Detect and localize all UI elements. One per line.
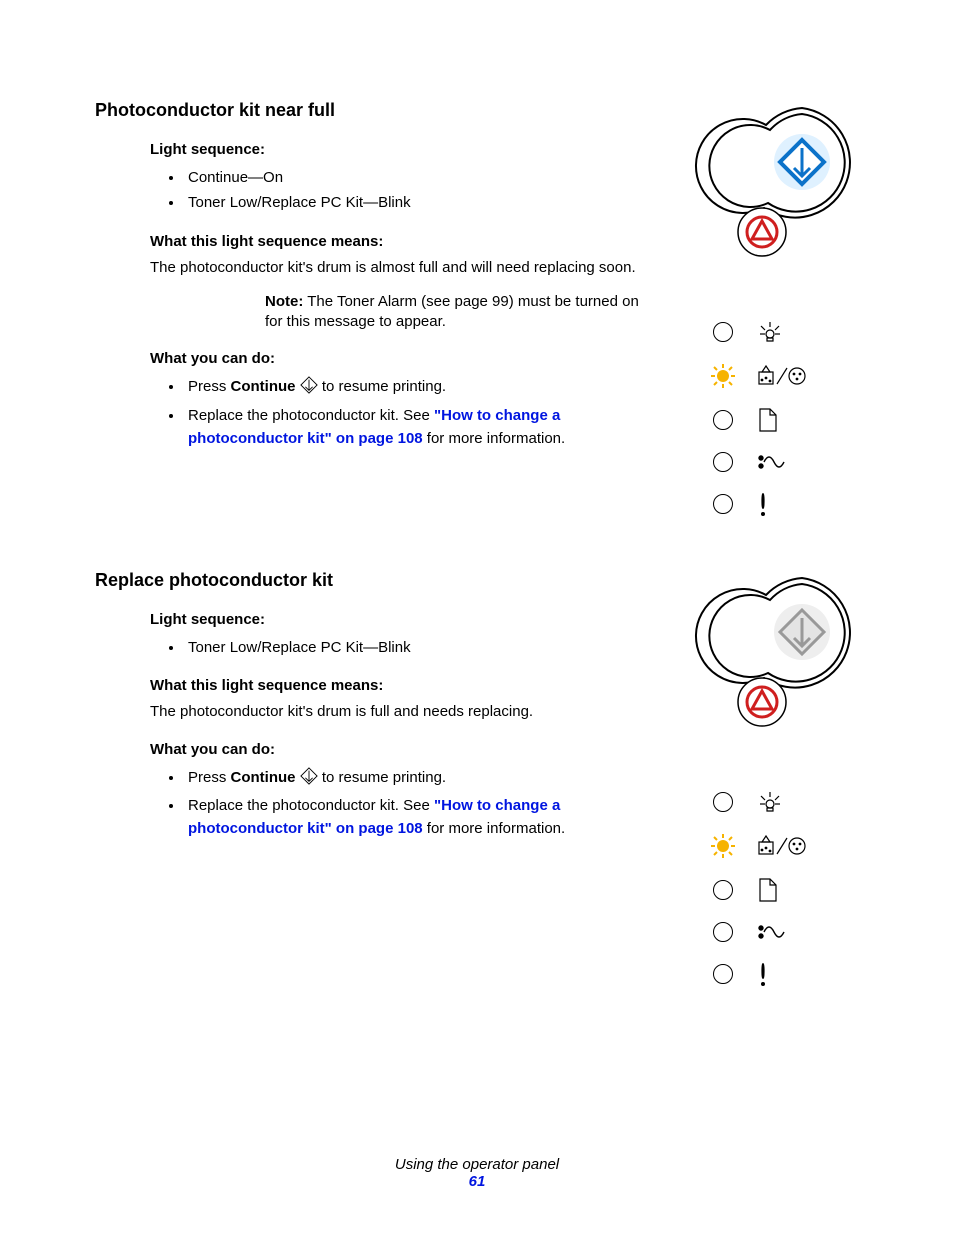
list-item: Press Continue to resume printing. xyxy=(184,375,655,401)
light-off-icon xyxy=(713,792,733,812)
note-block: Note: The Toner Alarm (see page 99) must… xyxy=(265,292,655,333)
list-item: Replace the photoconductor kit. See "How… xyxy=(184,794,655,841)
means-heading: What this light sequence means: xyxy=(150,677,655,694)
operator-panel-icon xyxy=(684,100,864,300)
list-item: Continue—On xyxy=(184,166,655,189)
light-off-icon xyxy=(713,452,733,472)
load-paper-icon xyxy=(757,877,779,903)
text: Replace the photoconductor kit. See xyxy=(188,407,434,424)
section-title: Photoconductor kit near full xyxy=(95,100,655,121)
section-2-diagram xyxy=(684,570,864,1000)
light-off-icon xyxy=(713,322,733,342)
paper-jam-icon xyxy=(757,922,787,942)
continue-word: Continue xyxy=(231,769,296,786)
text: for more information. xyxy=(423,820,566,837)
toner-low-icon xyxy=(757,364,807,388)
light-blink-icon xyxy=(711,364,735,388)
light-blink-icon xyxy=(711,834,735,858)
section-1-diagram xyxy=(684,100,864,530)
light-sequence-list: Toner Low/Replace PC Kit—Blink xyxy=(150,636,655,659)
text: for more information. xyxy=(423,430,566,447)
note-label: Note: xyxy=(265,293,303,310)
list-item: Press Continue to resume printing. xyxy=(184,766,655,792)
do-heading: What you can do: xyxy=(150,741,655,758)
error-icon xyxy=(757,961,769,987)
text: Press xyxy=(188,769,231,786)
text: Press xyxy=(188,378,231,395)
ready-light-icon xyxy=(757,789,783,815)
light-off-icon xyxy=(713,410,733,430)
continue-diamond-icon xyxy=(300,767,318,792)
footer-title: Using the operator panel xyxy=(0,1156,954,1173)
continue-diamond-icon xyxy=(300,376,318,401)
means-heading: What this light sequence means: xyxy=(150,233,655,250)
section-title: Replace photoconductor kit xyxy=(95,570,655,591)
list-item: Toner Low/Replace PC Kit—Blink xyxy=(184,636,655,659)
light-off-icon xyxy=(713,964,733,984)
light-sequence-list: Continue—On Toner Low/Replace PC Kit—Bli… xyxy=(150,166,655,215)
light-sequence-heading: Light sequence: xyxy=(150,141,655,158)
light-off-icon xyxy=(713,494,733,514)
section-2-text: Replace photoconductor kit Light sequenc… xyxy=(95,570,655,846)
list-item: Replace the photoconductor kit. See "How… xyxy=(184,404,655,451)
light-status-table xyxy=(694,311,854,530)
footer-page-number: 61 xyxy=(0,1173,954,1190)
light-off-icon xyxy=(713,880,733,900)
load-paper-icon xyxy=(757,407,779,433)
text: Replace the photoconductor kit. See xyxy=(188,797,434,814)
operator-panel-icon xyxy=(684,570,864,770)
do-heading: What you can do: xyxy=(150,350,655,367)
page-footer: Using the operator panel 61 xyxy=(0,1156,954,1190)
do-list: Press Continue to resume printing. Repla… xyxy=(150,375,655,450)
list-item: Toner Low/Replace PC Kit—Blink xyxy=(184,191,655,214)
light-status-table xyxy=(694,781,854,1000)
means-text: The photoconductor kit's drum is full an… xyxy=(150,702,655,722)
paper-jam-icon xyxy=(757,452,787,472)
toner-low-icon xyxy=(757,834,807,858)
light-sequence-heading: Light sequence: xyxy=(150,611,655,628)
section-1-text: Photoconductor kit near full Light seque… xyxy=(95,100,655,456)
error-icon xyxy=(757,491,769,517)
means-text: The photoconductor kit's drum is almost … xyxy=(150,258,655,278)
text: to resume printing. xyxy=(322,769,446,786)
note-text: The Toner Alarm (see page 99) must be tu… xyxy=(265,293,639,330)
light-off-icon xyxy=(713,922,733,942)
continue-word: Continue xyxy=(231,378,296,395)
text: to resume printing. xyxy=(322,378,446,395)
do-list: Press Continue to resume printing. Repla… xyxy=(150,766,655,841)
ready-light-icon xyxy=(757,319,783,345)
